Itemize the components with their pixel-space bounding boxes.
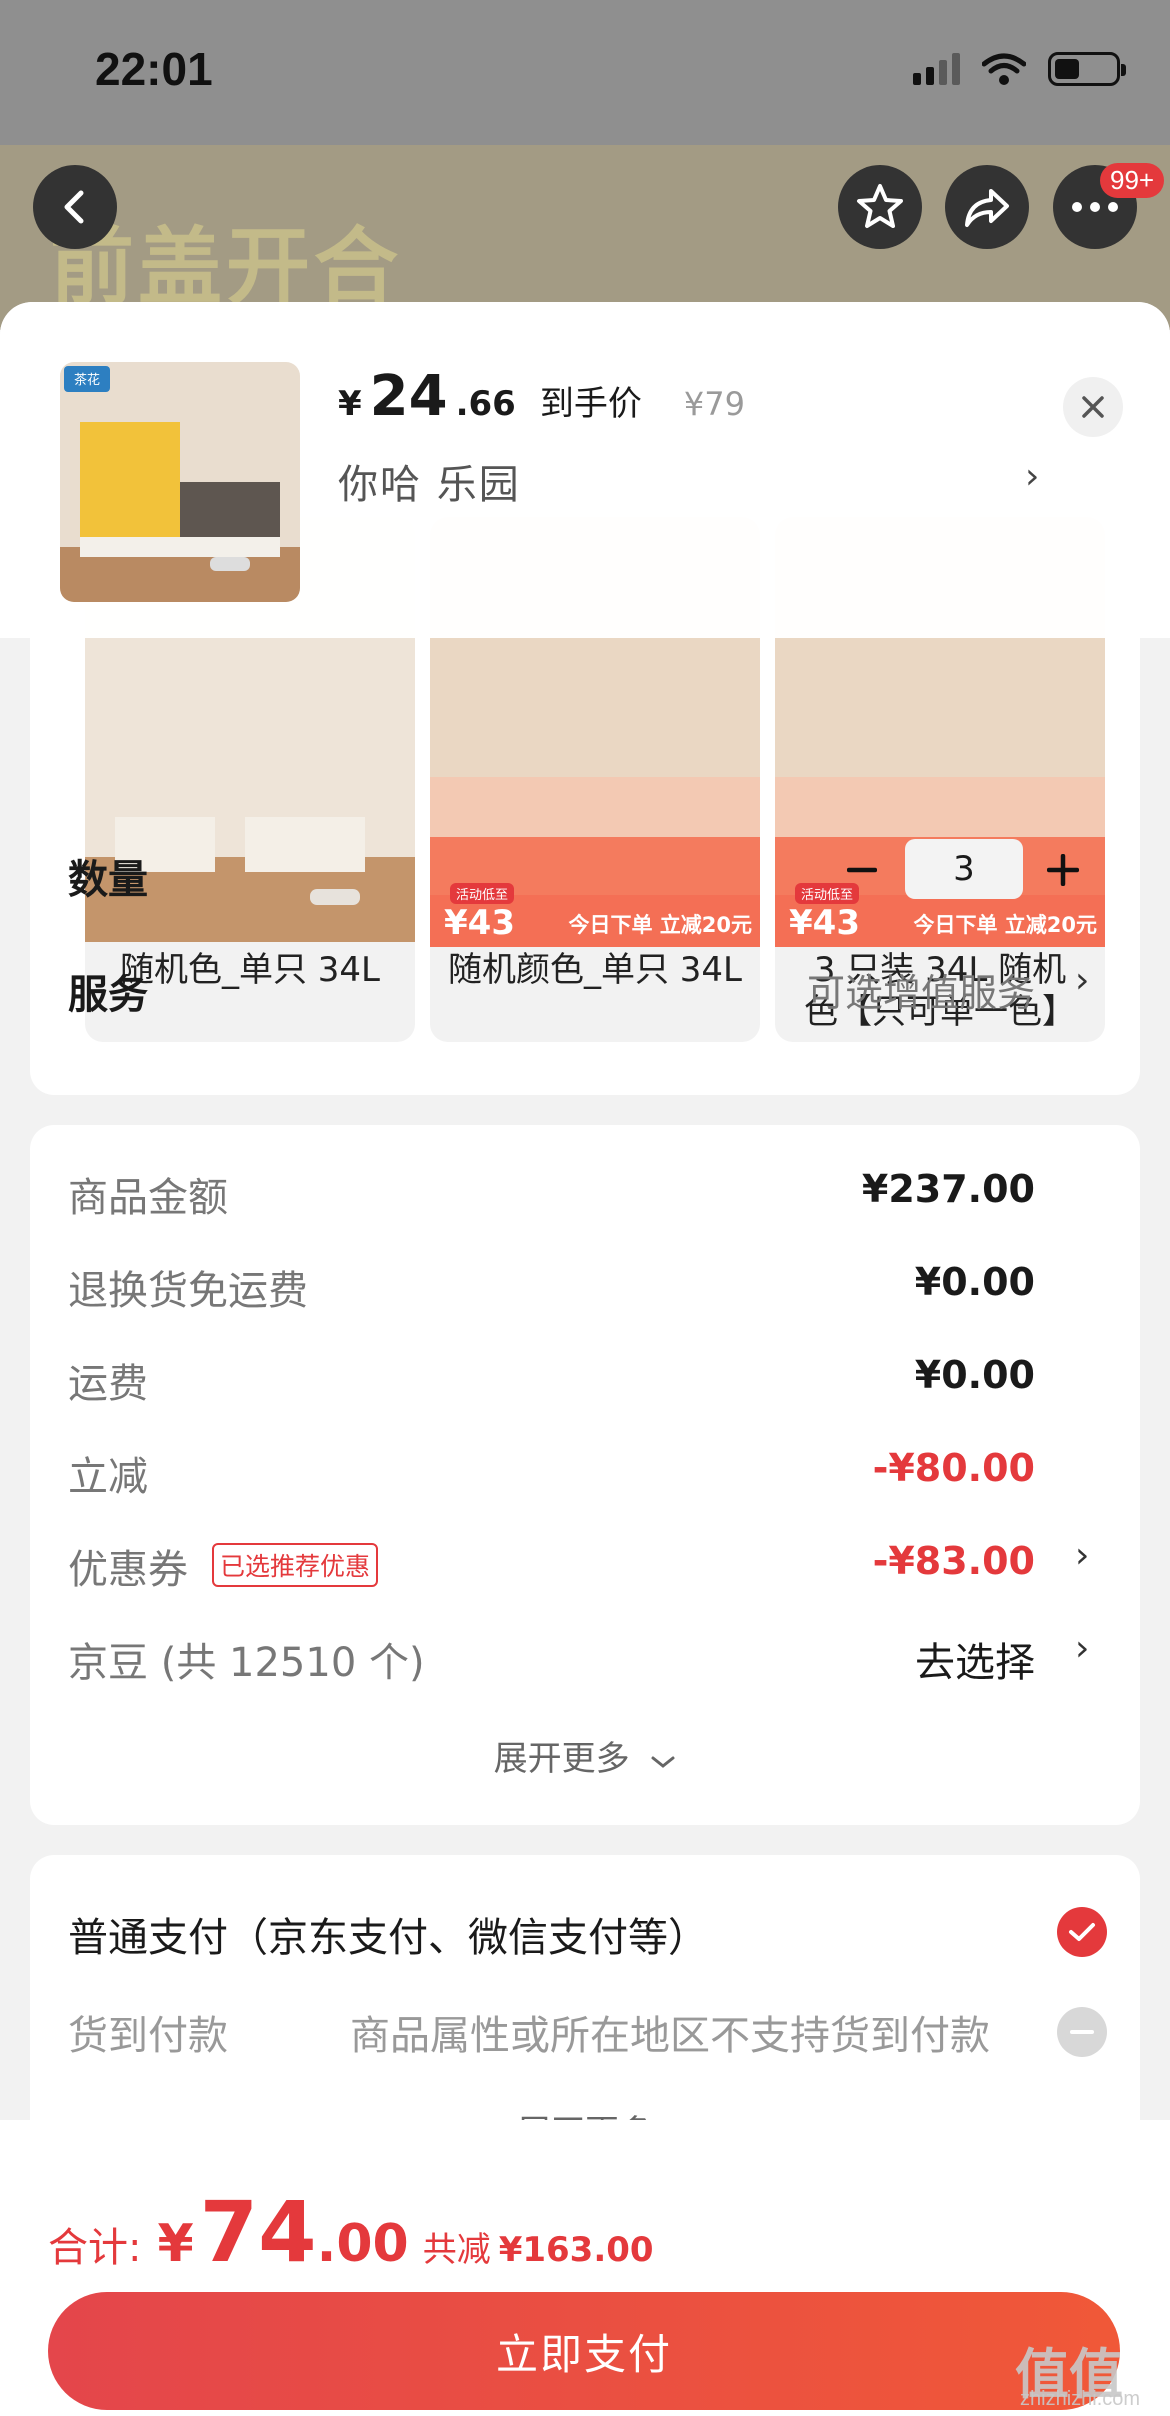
close-button[interactable] [1063, 377, 1123, 437]
freight-label: 运费 [68, 1361, 148, 1407]
signal-icon [913, 53, 960, 85]
saved-value: ¥163.00 [498, 2230, 654, 2270]
jingdou-label: 京豆 (共 12510 个) [68, 1640, 425, 1686]
freight-value: ¥0.00 [914, 1353, 1035, 1397]
promo-strip: 活动低至 ¥43 今日下单 立减20元 [775, 883, 1105, 947]
check-icon [1069, 1923, 1095, 1941]
promo-text: 今日下单 立减20元 [913, 913, 1097, 937]
return-freight-value: ¥0.00 [914, 1260, 1035, 1304]
message-count-badge: 99+ [1100, 163, 1165, 198]
coupon-value[interactable]: -¥83.00 [670, 1539, 1035, 1583]
status-icons [913, 52, 1126, 86]
total-symbol: ¥ [157, 2214, 194, 2274]
original-price: ¥79 [683, 385, 745, 423]
promo-text: 今日下单 立减20元 [568, 913, 752, 937]
expand-more-label: 展开更多 [493, 1739, 630, 1779]
status-time: 22:01 [95, 43, 213, 95]
plus-icon [1047, 854, 1079, 886]
chevron-down-icon [651, 1756, 675, 1768]
quantity-label: 数量 [68, 857, 148, 903]
promo-strip: 活动低至 ¥43 今日下单 立减20元 [430, 883, 760, 947]
favorite-button[interactable] [838, 165, 922, 249]
instant-discount-value: -¥80.00 [872, 1446, 1035, 1490]
chevron-right-icon[interactable]: › [1075, 1535, 1089, 1576]
sheet-header: 茶花 ¥24.66 到手价 ¥79 你哈 乐园 › [0, 302, 1170, 638]
wifi-icon [982, 53, 1026, 85]
product-thumbnail: 茶花 [60, 362, 300, 602]
share-icon [965, 189, 1009, 227]
instant-discount-label: 立减 [68, 1454, 148, 1500]
jingdou-value[interactable]: 去选择 [670, 1630, 1035, 1688]
chevron-left-icon [64, 190, 84, 224]
close-icon [1082, 396, 1104, 418]
service-value[interactable]: 可选增值服务 [670, 962, 1035, 1017]
total-label: 合计: [48, 2225, 142, 2271]
quantity-input[interactable]: 3 [905, 839, 1023, 899]
coupon-label: 优惠券 [68, 1547, 188, 1593]
back-button[interactable] [33, 165, 117, 249]
svg-text:茶花: 茶花 [74, 372, 100, 388]
pay-now-button[interactable]: 立即支付 [48, 2292, 1120, 2410]
chevron-right-icon[interactable]: › [1025, 456, 1039, 497]
price-line: ¥24.66 到手价 ¥79 [338, 364, 745, 429]
chevron-right-icon[interactable]: › [1075, 960, 1089, 1001]
decrease-button[interactable] [842, 850, 882, 890]
promo-price: ¥43 [444, 903, 515, 943]
star-icon [857, 184, 903, 228]
price-integer: 24 [369, 364, 448, 429]
total-line: 合计: ¥ 74 .00 共减 ¥163.00 [48, 2183, 654, 2281]
coupon-tag: 已选推荐优惠 [212, 1543, 379, 1587]
price-decimal: .66 [455, 384, 516, 424]
payment-card: 普通支付（京东支付、微信支付等） 货到付款 商品属性或所在地区不支持货到付款 展… [30, 1855, 1140, 2155]
delivery-address[interactable]: 你哈 乐园 [338, 452, 521, 510]
saved-label: 共减 [422, 2230, 491, 2270]
goods-amount-value: ¥237.00 [861, 1167, 1035, 1211]
normal-payment-label[interactable]: 普通支付（京东支付、微信支付等） [68, 1905, 708, 1963]
service-label: 服务 [68, 972, 148, 1018]
price-tag: 到手价 [539, 384, 642, 424]
watermark-url: zhizhizhi.com [1020, 2388, 1141, 2410]
cod-note: 商品属性或所在地区不支持货到付款 [350, 2013, 990, 2059]
price-symbol: ¥ [338, 384, 362, 424]
minus-icon [1070, 2030, 1094, 2034]
cod-label: 货到付款 [68, 2013, 228, 2059]
share-button[interactable] [945, 165, 1029, 249]
more-icon [1072, 202, 1118, 212]
minus-icon [847, 867, 877, 873]
payment-selected-checkbox[interactable] [1057, 1907, 1107, 1957]
increase-button[interactable] [1043, 850, 1083, 890]
purchase-sheet: 茶花 ¥24.66 到手价 ¥79 你哈 乐园 › 随机色_单只 34L 活动低… [0, 302, 1170, 2416]
payment-disabled-indicator [1057, 2007, 1107, 2057]
total-decimal: .00 [316, 2214, 409, 2274]
goods-amount-label: 商品金额 [68, 1175, 228, 1221]
battery-icon [1048, 52, 1126, 86]
expand-more-button[interactable]: 展开更多 [30, 1731, 1140, 1780]
chevron-right-icon[interactable]: › [1075, 1628, 1089, 1669]
summary-card: 商品金额 ¥237.00 退换货免运费 ¥0.00 运费 ¥0.00 立减 -¥… [30, 1125, 1140, 1825]
promo-tag: 活动低至 [450, 883, 515, 904]
promo-price: ¥43 [789, 903, 860, 943]
return-freight-label: 退换货免运费 [68, 1268, 308, 1314]
total-integer: 74 [199, 2183, 317, 2281]
